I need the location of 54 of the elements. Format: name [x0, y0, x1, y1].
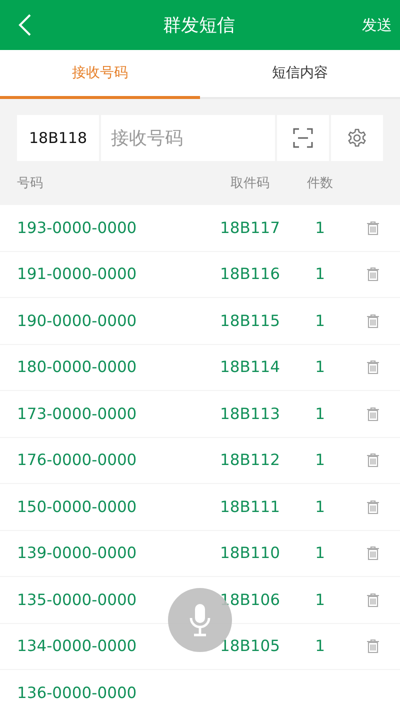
code-field[interactable]: 18B118 — [17, 115, 100, 161]
tab[interactable]: 短信内容 — [200, 50, 400, 99]
phone-number: 150-0000-0000 — [16, 498, 138, 516]
phone-number: 173-0000-0000 — [16, 404, 138, 423]
item-count: 1 — [315, 498, 325, 516]
phone-number: 190-0000-0000 — [16, 312, 138, 330]
phone-number: 134-0000-0000 — [16, 637, 138, 656]
trash-icon[interactable] — [366, 267, 378, 282]
trash-icon[interactable] — [366, 314, 378, 328]
phone-input[interactable]: 接收号码 — [101, 115, 275, 161]
pickup-code: 18B114 — [220, 358, 280, 376]
phone-number: 180-0000-0000 — [16, 358, 138, 376]
phone-number: 193-0000-0000 — [16, 218, 138, 237]
pickup-code: 18B117 — [220, 218, 280, 237]
pickup-code: 18B110 — [220, 544, 280, 562]
trash-icon[interactable] — [366, 500, 378, 514]
column-header: 号码 — [16, 175, 44, 192]
pickup-code: 18B105 — [220, 637, 280, 656]
pickup-code: 18B113 — [220, 404, 280, 423]
phone-number: 176-0000-0000 — [16, 451, 138, 470]
trash-icon[interactable] — [366, 453, 378, 468]
pickup-code: 18B106 — [220, 590, 280, 609]
item-count: 1 — [315, 637, 325, 656]
item-count: 1 — [315, 312, 325, 330]
pickup-code: 18B116 — [220, 265, 280, 284]
phone-number: 191-0000-0000 — [16, 265, 138, 284]
column-header: 取件码 — [230, 175, 270, 192]
phone-number: 135-0000-0000 — [16, 590, 138, 609]
item-count: 1 — [315, 544, 325, 562]
column-header: 件数 — [306, 175, 334, 192]
pickup-code: 18B111 — [220, 498, 280, 516]
trash-icon[interactable] — [366, 592, 378, 607]
trash-icon[interactable] — [366, 639, 378, 654]
pickup-code: 18B115 — [220, 312, 280, 330]
item-count: 1 — [315, 358, 325, 376]
trash-icon[interactable] — [366, 360, 378, 374]
trash-icon[interactable] — [366, 406, 378, 421]
trash-icon[interactable] — [366, 546, 378, 560]
item-count: 1 — [315, 218, 325, 237]
microphone-icon — [189, 603, 211, 637]
phone-number: 136-0000-0000 — [16, 684, 138, 702]
settings-button[interactable] — [331, 115, 383, 161]
back-icon — [18, 13, 32, 37]
item-count: 1 — [315, 265, 325, 284]
scan-button[interactable] — [277, 115, 329, 161]
page-title: 群发短信 — [163, 14, 235, 37]
trash-icon[interactable] — [366, 220, 378, 235]
pickup-code: 18B112 — [220, 451, 280, 470]
phone-number: 139-0000-0000 — [16, 544, 138, 562]
item-count: 1 — [315, 404, 325, 423]
scan-icon — [293, 128, 313, 148]
settings-icon — [347, 128, 367, 148]
item-count: 1 — [315, 590, 325, 609]
item-count: 1 — [315, 451, 325, 470]
